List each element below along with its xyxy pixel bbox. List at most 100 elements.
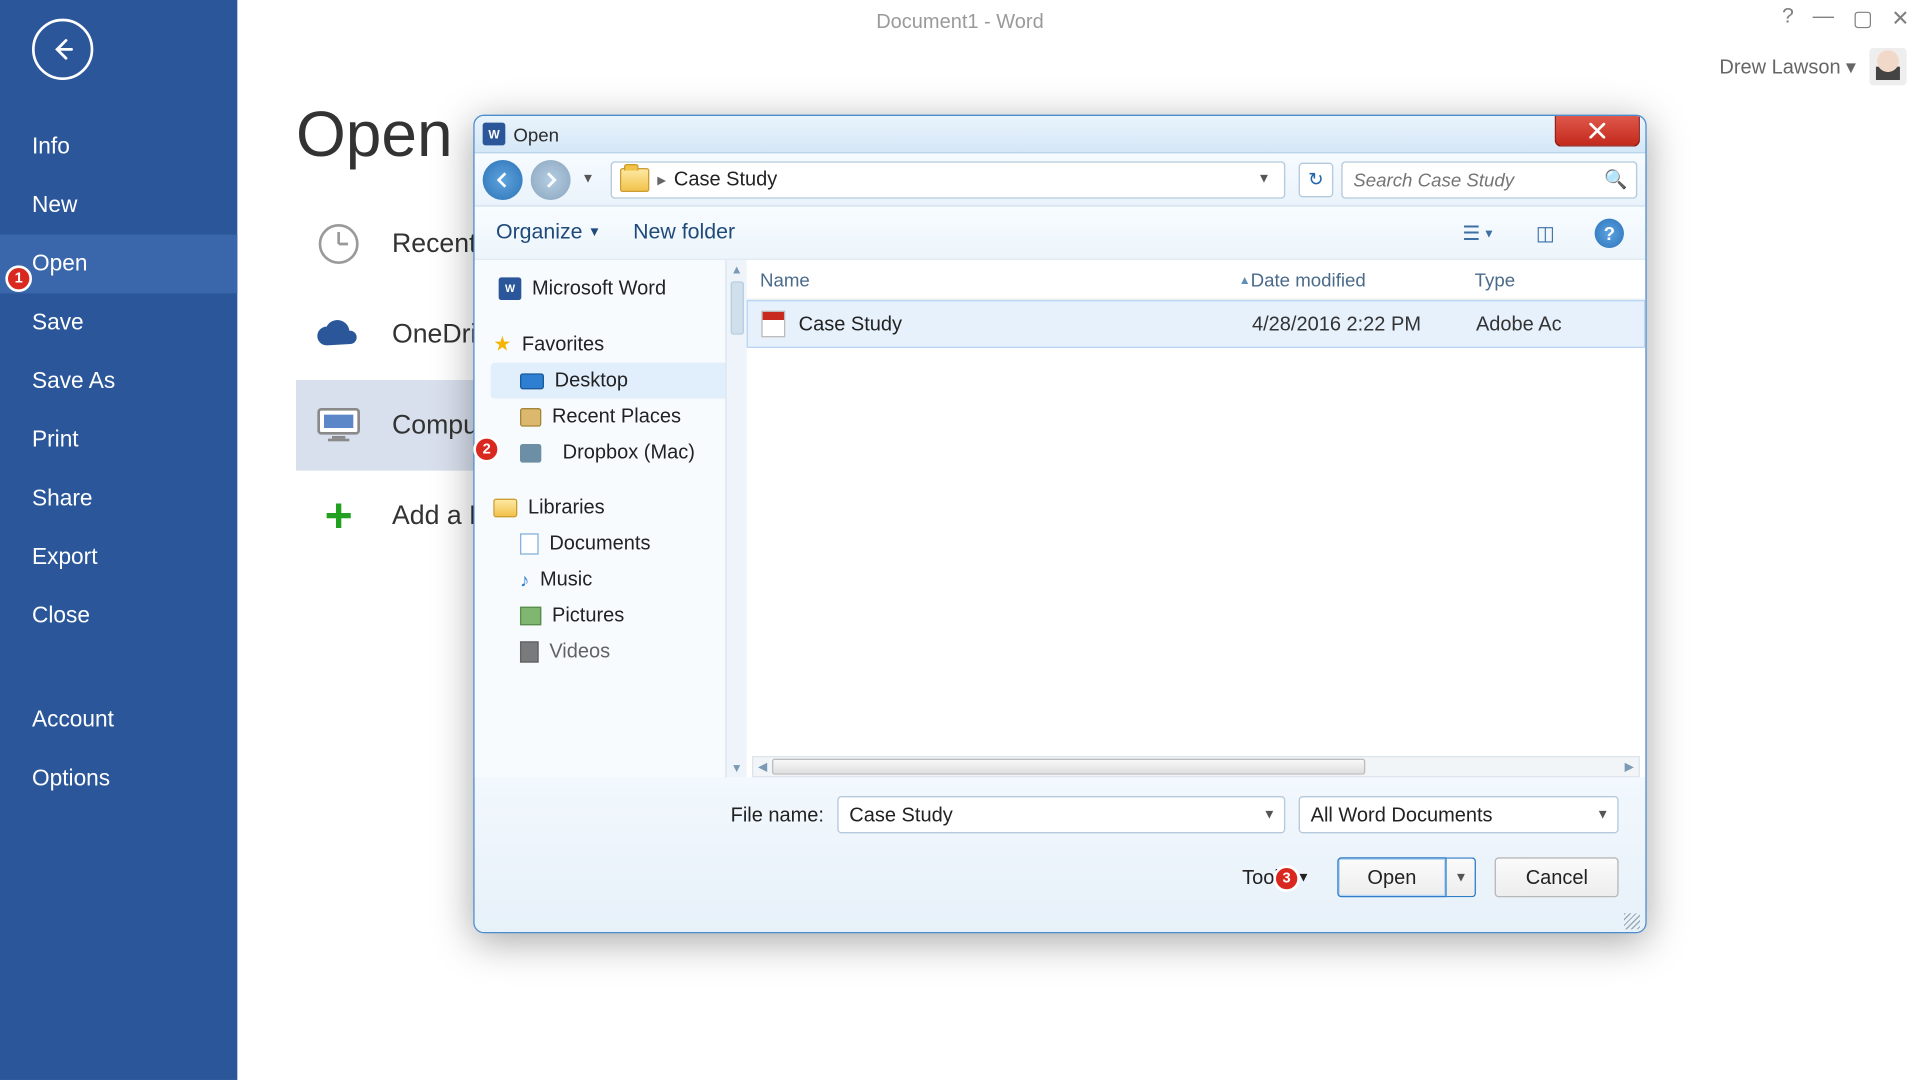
chevron-down-icon[interactable]: ▼ <box>1263 807 1276 822</box>
breadcrumb-separator-icon: ▸ <box>657 169 666 190</box>
preview-pane-button[interactable]: ◫ <box>1528 218 1563 247</box>
column-headers[interactable]: Name ▲ Date modified Type <box>747 260 1646 300</box>
nav-pictures[interactable]: Pictures <box>491 597 742 633</box>
pictures-icon <box>520 606 541 625</box>
nav-desktop[interactable]: Desktop <box>491 363 742 399</box>
file-list-area: Name ▲ Date modified Type Case Study 4/28… <box>747 260 1646 777</box>
scroll-right-icon[interactable]: ▶ <box>1620 759 1639 774</box>
refresh-button[interactable]: ↻ <box>1299 162 1334 197</box>
search-icon: 🔍 <box>1604 168 1627 191</box>
desktop-icon <box>520 373 544 389</box>
nav-forward-button[interactable] <box>531 159 571 199</box>
navigation-pane: WMicrosoft Word ★Favorites Desktop Recen… <box>475 260 747 777</box>
nav-dropbox[interactable]: Dropbox (Mac) <box>491 435 742 471</box>
nav-open[interactable]: Open <box>0 235 237 294</box>
col-name[interactable]: Name <box>760 269 810 290</box>
documents-icon <box>520 533 539 554</box>
dialog-titlebar[interactable]: W Open <box>475 116 1646 153</box>
dialog-footer: File name: Case Study ▼ All Word Documen… <box>475 777 1646 933</box>
file-name-label: File name: <box>731 803 824 826</box>
star-icon: ★ <box>493 332 511 356</box>
chevron-down-icon: ▼ <box>1483 226 1495 239</box>
pdf-icon <box>761 311 785 338</box>
col-date-modified[interactable]: Date modified <box>1251 269 1475 290</box>
recent-places-icon <box>520 407 541 426</box>
nav-videos[interactable]: Videos <box>491 633 742 669</box>
scroll-left-icon[interactable]: ◀ <box>753 759 772 774</box>
nav-print[interactable]: Print <box>0 411 237 470</box>
file-date: 4/28/2016 2:22 PM <box>1252 313 1476 336</box>
nav-account[interactable]: Account <box>0 691 237 750</box>
dropbox-icon <box>520 443 541 462</box>
help-icon: ? <box>1604 222 1615 243</box>
organize-menu[interactable]: Organize ▼ <box>496 221 601 245</box>
nav-save[interactable]: Save <box>0 293 237 352</box>
hscroll-thumb[interactable] <box>772 759 1366 775</box>
chevron-down-icon[interactable]: ▼ <box>1596 807 1609 822</box>
callout-2: 2 <box>473 436 500 463</box>
file-name: Case Study <box>799 313 902 336</box>
cancel-button[interactable]: Cancel <box>1495 857 1619 897</box>
nav-pane-scrollbar[interactable]: ▲ ▼ <box>725 260 746 777</box>
history-dropdown[interactable]: ▼ <box>579 172 598 187</box>
nav-options[interactable]: Options <box>0 749 237 808</box>
open-button[interactable]: Open <box>1337 857 1447 897</box>
open-dialog: W Open ▼ ▸ Case Study ▼ ↻ 🔍 Organize ▼ <box>473 115 1646 934</box>
refresh-icon: ↻ <box>1308 168 1324 191</box>
nav-new[interactable]: New <box>0 176 237 235</box>
back-arrow-icon <box>49 36 76 63</box>
nav-export[interactable]: Export <box>0 528 237 587</box>
callout-1: 1 <box>5 265 32 292</box>
open-button-dropdown[interactable]: ▼ <box>1447 857 1476 897</box>
arrow-left-icon <box>493 170 512 189</box>
nav-close[interactable]: Close <box>0 587 237 646</box>
callout-3: 3 <box>1273 865 1300 892</box>
dialog-nav-row: ▼ ▸ Case Study ▼ ↻ 🔍 <box>475 153 1646 206</box>
nav-music[interactable]: ♪Music <box>491 561 742 597</box>
resize-grip-icon[interactable] <box>1624 913 1640 929</box>
computer-icon <box>312 399 365 452</box>
scroll-down-icon[interactable]: ▼ <box>731 761 743 774</box>
view-mode-button[interactable]: ☰▼ <box>1461 218 1496 247</box>
preview-icon: ◫ <box>1536 221 1555 245</box>
col-type[interactable]: Type <box>1475 269 1646 290</box>
file-name-value: Case Study <box>849 803 952 826</box>
nav-save-as[interactable]: Save As <box>0 352 237 411</box>
folder-icon <box>620 167 649 191</box>
help-button[interactable]: ? <box>1595 218 1624 247</box>
music-icon: ♪ <box>520 569 529 590</box>
close-icon <box>1588 122 1607 138</box>
nav-recent-places[interactable]: Recent Places <box>491 399 742 435</box>
new-folder-button[interactable]: New folder <box>633 221 735 245</box>
nav-back-button[interactable] <box>483 159 523 199</box>
chevron-down-icon: ▼ <box>588 225 601 240</box>
nav-word[interactable]: WMicrosoft Word <box>491 271 742 307</box>
plus-icon: + <box>312 489 365 542</box>
dialog-toolbar: Organize ▼ New folder ☰▼ ◫ ? <box>475 207 1646 260</box>
favorites-section[interactable]: ★Favorites <box>491 325 742 362</box>
scroll-up-icon[interactable]: ▲ <box>731 263 743 276</box>
search-box[interactable]: 🔍 <box>1341 161 1637 198</box>
address-bar[interactable]: ▸ Case Study ▼ <box>611 161 1286 198</box>
file-row[interactable]: Case Study 4/28/2016 2:22 PM Adobe Ac <box>747 300 1646 348</box>
list-view-icon: ☰ <box>1462 221 1480 245</box>
scroll-thumb[interactable] <box>730 281 743 334</box>
nav-info[interactable]: Info <box>0 117 237 176</box>
dialog-body: WMicrosoft Word ★Favorites Desktop Recen… <box>475 260 1646 777</box>
libraries-section[interactable]: Libraries <box>491 489 742 525</box>
file-type-filter[interactable]: All Word Documents ▼ <box>1299 796 1619 833</box>
back-button[interactable] <box>32 19 93 80</box>
sort-indicator-icon: ▲ <box>1239 273 1251 286</box>
filter-value: All Word Documents <box>1311 803 1493 826</box>
libraries-icon <box>493 498 517 517</box>
dialog-title: Open <box>513 123 559 144</box>
dialog-close-button[interactable] <box>1555 115 1640 147</box>
place-label: Recent <box>392 229 476 260</box>
search-input[interactable] <box>1353 169 1596 190</box>
horizontal-scrollbar[interactable]: ◀ ▶ <box>752 756 1640 777</box>
nav-share[interactable]: Share <box>0 469 237 528</box>
file-name-combo[interactable]: Case Study ▼ <box>837 796 1285 833</box>
address-dropdown-icon[interactable]: ▼ <box>1252 172 1276 187</box>
word-icon: W <box>499 277 522 300</box>
nav-documents[interactable]: Documents <box>491 525 742 561</box>
